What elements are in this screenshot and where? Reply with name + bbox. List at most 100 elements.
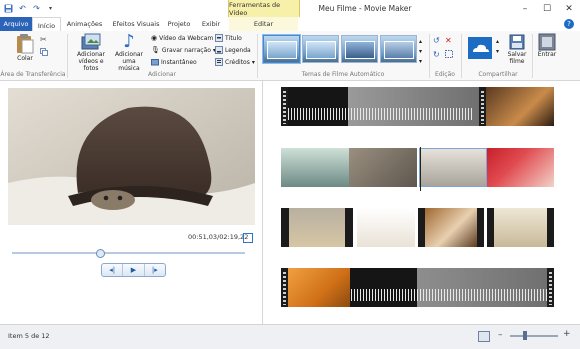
snapshot-button[interactable]: Instantâneo bbox=[151, 57, 197, 67]
tab-visual-effects[interactable]: Efeitos Visuais bbox=[110, 17, 162, 31]
clip-thumbnail bbox=[486, 87, 554, 126]
status-bar bbox=[0, 324, 580, 349]
clip-item-selected[interactable] bbox=[419, 148, 487, 187]
save-movie-button[interactable]: Salvar filme bbox=[504, 33, 530, 65]
rotate-left-icon: ↺ bbox=[433, 35, 440, 45]
paste-button[interactable]: Colar bbox=[12, 33, 38, 62]
previous-frame-icon: ◂| bbox=[109, 266, 116, 274]
more-icon: ▾ bbox=[419, 57, 423, 65]
paste-label: Colar bbox=[17, 55, 33, 62]
clip-item[interactable] bbox=[357, 208, 415, 247]
thumbnail-size-icon[interactable] bbox=[478, 331, 490, 342]
tab-animations[interactable]: Animações bbox=[62, 17, 107, 31]
zoom-slider[interactable] bbox=[510, 335, 558, 337]
seek-thumb[interactable] bbox=[96, 249, 106, 258]
onedrive-share-button[interactable] bbox=[466, 37, 494, 59]
share-more-up[interactable]: ▴ bbox=[496, 36, 499, 46]
rotate-right-icon: ↻ bbox=[433, 49, 440, 59]
close-button[interactable]: ✕ bbox=[558, 0, 580, 17]
seek-bar[interactable] bbox=[12, 252, 245, 254]
help-icon[interactable]: ? bbox=[564, 19, 574, 29]
webcam-video-button[interactable]: ◉ Vídeo da Webcam bbox=[151, 33, 213, 43]
credits-icon bbox=[215, 58, 223, 66]
title-icon bbox=[215, 34, 223, 42]
video-preview[interactable] bbox=[8, 88, 255, 225]
play-icon: ▶ bbox=[130, 266, 137, 274]
zoom-out-icon[interactable]: – bbox=[498, 330, 503, 340]
tab-file[interactable]: Arquivo bbox=[0, 17, 32, 31]
share-group-label: Compartilhar bbox=[478, 71, 518, 78]
clip-item[interactable] bbox=[487, 208, 554, 247]
themes-scroll-up[interactable]: ▴ bbox=[419, 36, 422, 46]
theme-thumbnail-1[interactable] bbox=[263, 35, 300, 63]
rotate-right-button[interactable]: ↻ bbox=[433, 49, 440, 59]
add-music-button[interactable]: ♪ Adicionar uma música bbox=[112, 31, 146, 73]
cut-button[interactable]: ✂ bbox=[40, 34, 47, 44]
audio-waveform bbox=[351, 289, 547, 301]
ribbon-tabs: Arquivo Início Animações Efeitos Visuais… bbox=[0, 17, 580, 33]
next-frame-icon: |▸ bbox=[151, 266, 158, 274]
caption-icon bbox=[215, 46, 223, 54]
editing-group-label: Edição bbox=[435, 71, 455, 78]
credits-label: Créditos bbox=[225, 58, 250, 66]
playback-timecode: 00:51,03/02:19,22 bbox=[188, 233, 249, 241]
clip-item[interactable] bbox=[281, 208, 353, 247]
status-item-count: Item 5 de 12 bbox=[8, 332, 50, 340]
playhead[interactable] bbox=[420, 147, 421, 191]
undo-icon[interactable]: ↶ bbox=[18, 4, 27, 13]
minimize-button[interactable]: – bbox=[514, 0, 536, 17]
music-note-icon: ♪ bbox=[123, 31, 135, 52]
remove-button[interactable]: ✕ bbox=[445, 35, 452, 45]
close-icon: ✕ bbox=[445, 35, 452, 45]
save-icon[interactable] bbox=[4, 4, 13, 13]
clip-item[interactable] bbox=[487, 148, 554, 187]
fullscreen-icon[interactable] bbox=[243, 233, 253, 243]
snapshot-label: Instantâneo bbox=[161, 58, 197, 66]
separator bbox=[532, 34, 533, 78]
clip-item[interactable] bbox=[281, 87, 554, 126]
rotate-left-button[interactable]: ↺ bbox=[433, 35, 440, 45]
clip-item[interactable] bbox=[281, 268, 554, 307]
ribbon: Colar ✂ Área de Transferência Adicionar … bbox=[0, 31, 580, 81]
zoom-in-icon[interactable]: + bbox=[563, 329, 571, 339]
title-button[interactable]: Título bbox=[215, 33, 242, 43]
customize-qat-icon[interactable]: ▾ bbox=[46, 4, 55, 13]
sign-in-button[interactable]: Entrar bbox=[535, 33, 559, 58]
tab-edit[interactable]: Editar bbox=[229, 17, 298, 31]
theme-thumbnail-4[interactable] bbox=[380, 35, 417, 63]
theme-thumbnail-3[interactable] bbox=[341, 35, 378, 63]
tab-project[interactable]: Projeto bbox=[164, 17, 194, 31]
film-strip bbox=[281, 268, 288, 307]
maximize-button[interactable]: ☐ bbox=[536, 0, 558, 17]
next-frame-button[interactable]: |▸ bbox=[145, 264, 165, 276]
clip-thumbnail bbox=[494, 208, 547, 247]
clip-item[interactable] bbox=[418, 208, 484, 247]
clip-item[interactable] bbox=[349, 148, 417, 187]
zoom-thumb[interactable] bbox=[523, 331, 527, 340]
tab-view[interactable]: Exibir bbox=[197, 17, 225, 31]
credits-button[interactable]: Créditos ▾ bbox=[215, 57, 255, 67]
previous-frame-button[interactable]: ◂| bbox=[102, 264, 124, 276]
video-frame-image bbox=[8, 88, 255, 225]
play-button[interactable]: ▶ bbox=[123, 264, 145, 276]
clip-thumbnail bbox=[289, 208, 345, 247]
redo-icon[interactable]: ↷ bbox=[32, 4, 41, 13]
scissors-icon: ✂ bbox=[40, 34, 47, 44]
add-group-label: Adicionar bbox=[147, 71, 177, 78]
chevron-down-icon: ▾ bbox=[496, 47, 500, 55]
caption-button[interactable]: Legenda bbox=[215, 45, 251, 55]
themes-scroll-down[interactable]: ▾ bbox=[419, 46, 422, 56]
copy-button[interactable] bbox=[40, 47, 48, 57]
webcam-label: Vídeo da Webcam bbox=[159, 34, 214, 42]
add-videos-label: Adicionar vídeos e fotos bbox=[76, 51, 106, 72]
storyboard[interactable] bbox=[263, 81, 580, 324]
clip-item[interactable] bbox=[281, 148, 349, 187]
chevron-up-icon: ▴ bbox=[496, 37, 500, 45]
record-narration-button[interactable]: 🎙 Gravar narração ▾ bbox=[151, 45, 216, 55]
share-more-down[interactable]: ▾ bbox=[496, 46, 499, 56]
themes-more[interactable]: ▾ bbox=[419, 56, 422, 66]
theme-thumbnail-2[interactable] bbox=[302, 35, 339, 63]
select-all-button[interactable] bbox=[445, 49, 453, 59]
chevron-down-icon: ▾ bbox=[419, 47, 423, 55]
add-videos-photos-button[interactable]: Adicionar vídeos e fotos bbox=[74, 33, 108, 72]
